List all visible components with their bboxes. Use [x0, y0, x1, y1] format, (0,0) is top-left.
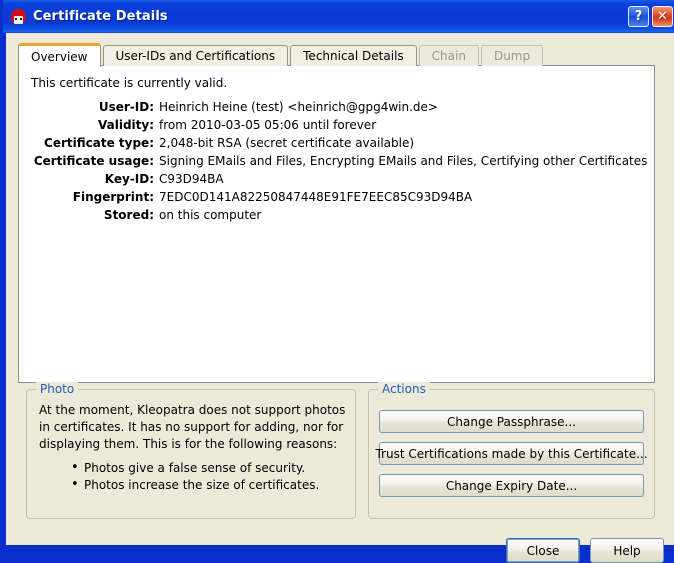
table-row: Stored: on this computer [19, 206, 647, 224]
field-value-certificate-type: 2,048-bit RSA (secret certificate availa… [159, 136, 415, 150]
table-row: Validity: from 2010-03-05 05:06 until fo… [19, 116, 647, 134]
tab-overview[interactable]: Overview [18, 43, 101, 67]
table-row: Fingerprint: 7EDC0D141A82250847448E91FE7… [19, 188, 647, 206]
help-titlebar-button[interactable]: ? [628, 6, 649, 27]
field-label-validity: Validity: [97, 118, 154, 132]
window-title: Certificate Details [33, 9, 168, 24]
field-label-certificate-usage: Certificate usage: [33, 154, 154, 168]
tab-dump: Dump [480, 45, 544, 66]
dialog-body: Overview User-IDs and Certifications Tec… [6, 33, 674, 563]
table-row: User-ID: Heinrich Heine (test) <heinrich… [19, 98, 647, 116]
title-bar[interactable]: Certificate Details ? ✕ [3, 0, 674, 33]
field-value-stored: on this computer [159, 208, 262, 222]
field-label-fingerprint: Fingerprint: [72, 190, 154, 204]
close-icon[interactable]: ✕ [652, 6, 673, 27]
help-button[interactable]: Help [590, 538, 664, 563]
certificate-status-text: This certificate is currently valid. [31, 76, 228, 90]
table-row: Certificate usage: Signing EMails and Fi… [19, 152, 648, 170]
list-item: Photos give a false sense of security. [71, 459, 319, 477]
actions-groupbox: Actions Change Passphrase... Trust Certi… [368, 382, 655, 519]
field-label-stored: Stored: [103, 208, 154, 222]
photo-description: At the moment, Kleopatra does not suppor… [39, 403, 346, 451]
actions-groupbox-title: Actions [378, 382, 430, 396]
field-value-validity: from 2010-03-05 05:06 until forever [159, 118, 377, 132]
table-row: Certificate type: 2,048-bit RSA (secret … [19, 134, 647, 152]
trust-certifications-button[interactable]: Trust Certifications made by this Certif… [375, 442, 648, 465]
field-value-certificate-usage: Signing EMails and Files, Encrypting EMa… [159, 154, 648, 168]
kleopatra-icon [10, 8, 27, 25]
photo-reasons-list: Photos give a false sense of security. P… [71, 459, 319, 494]
field-label-certificate-type: Certificate type: [44, 136, 154, 150]
field-value-fingerprint: 7EDC0D141A82250847448E91FE7EEC85C93D94BA [159, 190, 473, 204]
list-item: Photos increase the size of certificates… [71, 476, 319, 494]
overview-panel: This certificate is currently valid. Use… [18, 65, 655, 383]
tab-technical-details[interactable]: Technical Details [290, 45, 417, 66]
certificate-details-table: User-ID: Heinrich Heine (test) <heinrich… [19, 98, 648, 224]
field-value-key-id: C93D94BA [159, 172, 224, 186]
certificate-details-window: Certificate Details ? ✕ Overview User-ID… [0, 0, 674, 563]
tab-chain: Chain [418, 45, 479, 66]
field-value-user-id: Heinrich Heine (test) <heinrich@gpg4win.… [159, 100, 438, 114]
tab-user-ids-and-certifications[interactable]: User-IDs and Certifications [102, 45, 289, 66]
table-row: Key-ID: C93D94BA [19, 170, 647, 188]
field-label-user-id: User-ID: [98, 100, 154, 114]
change-passphrase-button[interactable]: Change Passphrase... [379, 410, 644, 433]
tab-bar: Overview User-IDs and Certifications Tec… [18, 43, 545, 67]
window-controls: ? ✕ [628, 6, 673, 27]
photo-groupbox-title: Photo [36, 382, 79, 396]
close-button[interactable]: Close [506, 538, 580, 563]
photo-groupbox: Photo At the moment, Kleopatra does not … [26, 382, 356, 519]
change-expiry-date-button[interactable]: Change Expiry Date... [379, 474, 644, 497]
field-label-key-id: Key-ID: [104, 172, 154, 186]
